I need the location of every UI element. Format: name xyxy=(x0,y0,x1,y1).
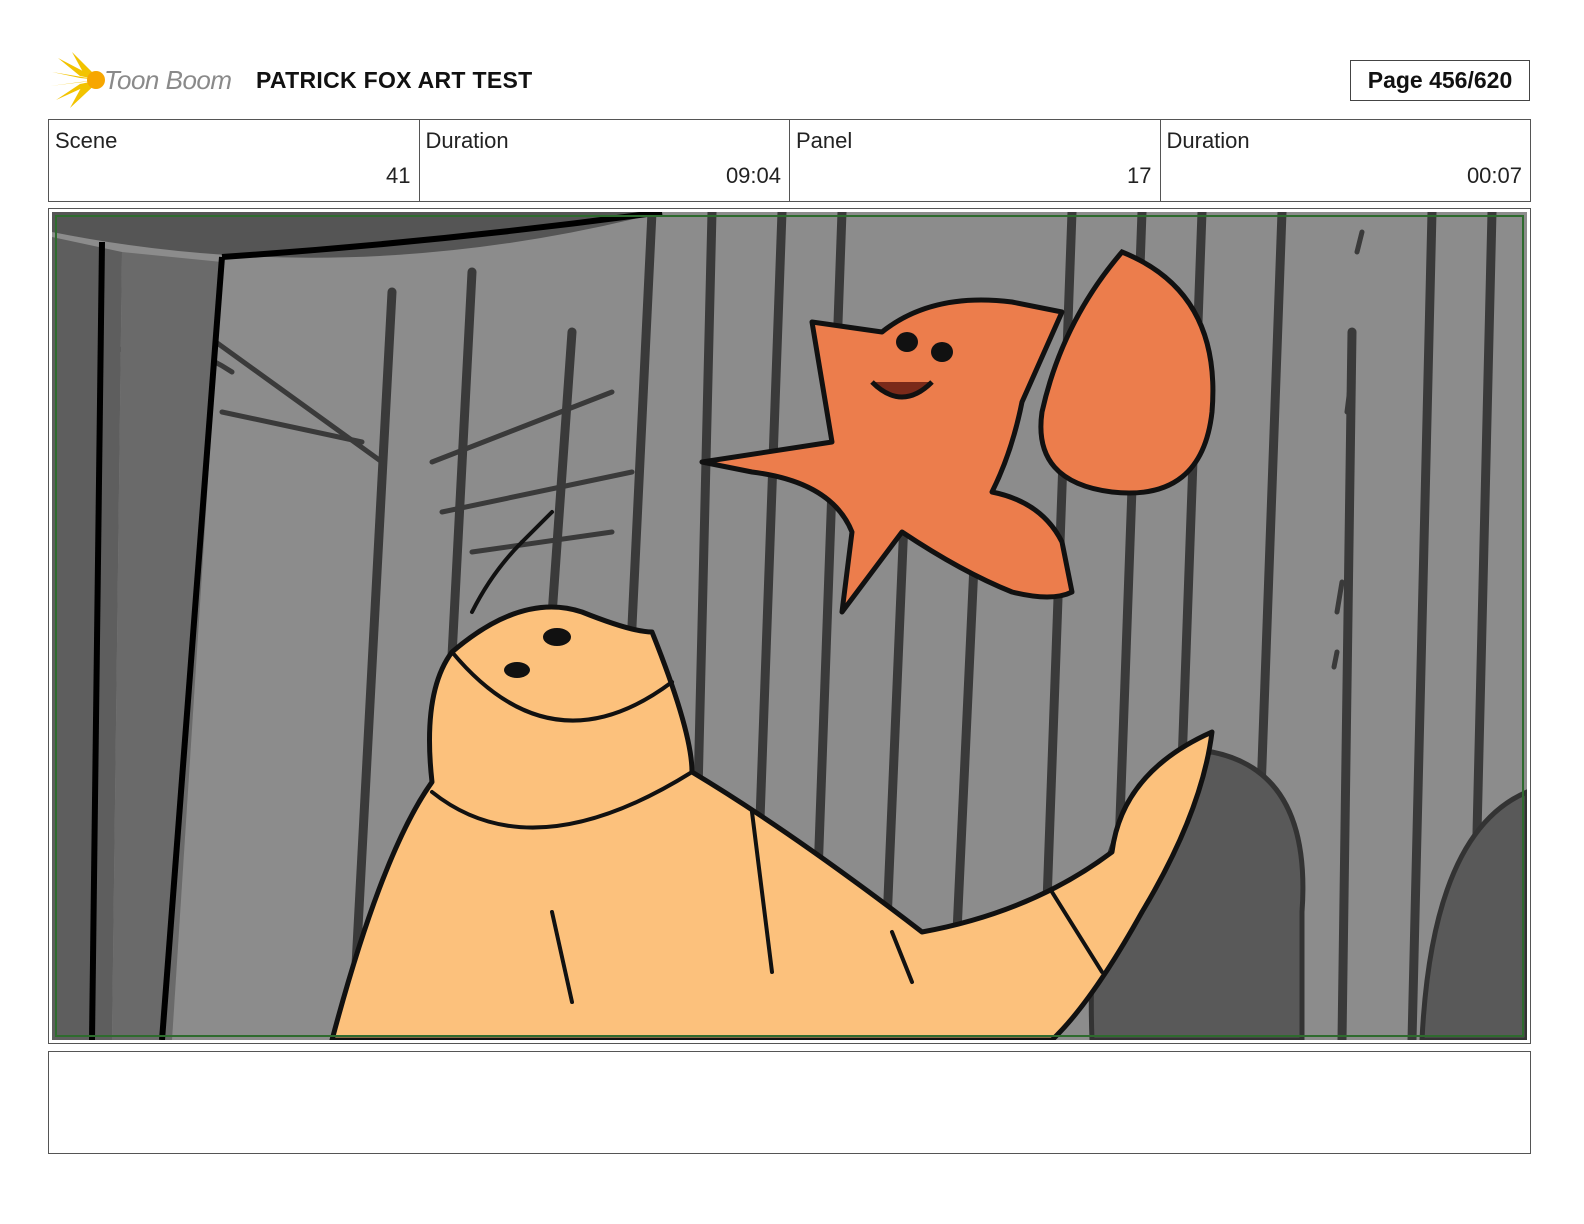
panel-value: 17 xyxy=(1127,163,1152,188)
scene-info-table: Scene 41 Duration 09:04 Panel 17 Duratio… xyxy=(48,119,1531,202)
panel-duration-label: Duration xyxy=(1166,128,1250,153)
panel-duration-value: 00:07 xyxy=(1466,163,1522,188)
scene-value: 41 xyxy=(386,163,411,188)
project-title: PATRICK FOX ART TEST xyxy=(256,67,533,93)
scene-duration-value: 09:04 xyxy=(725,163,781,188)
panel-cell: Panel 17 xyxy=(790,120,1161,201)
panel-label: Panel xyxy=(796,128,853,153)
scene-duration-cell: Duration 09:04 xyxy=(420,120,790,201)
starburst-icon xyxy=(50,52,105,108)
panel-notes-box xyxy=(48,1051,1531,1154)
storyboard-panel-image xyxy=(52,212,1527,1040)
toon-boom-logo: Toon Boom xyxy=(50,50,240,110)
scene-cell: Scene 41 xyxy=(49,120,420,201)
page-indicator: Page 456/620 xyxy=(1350,60,1530,101)
scene-duration-label: Duration xyxy=(425,128,509,153)
scene-label: Scene xyxy=(55,128,118,153)
panel-duration-cell: Duration 00:07 xyxy=(1161,120,1531,201)
logo-text: Toon Boom xyxy=(104,65,232,95)
